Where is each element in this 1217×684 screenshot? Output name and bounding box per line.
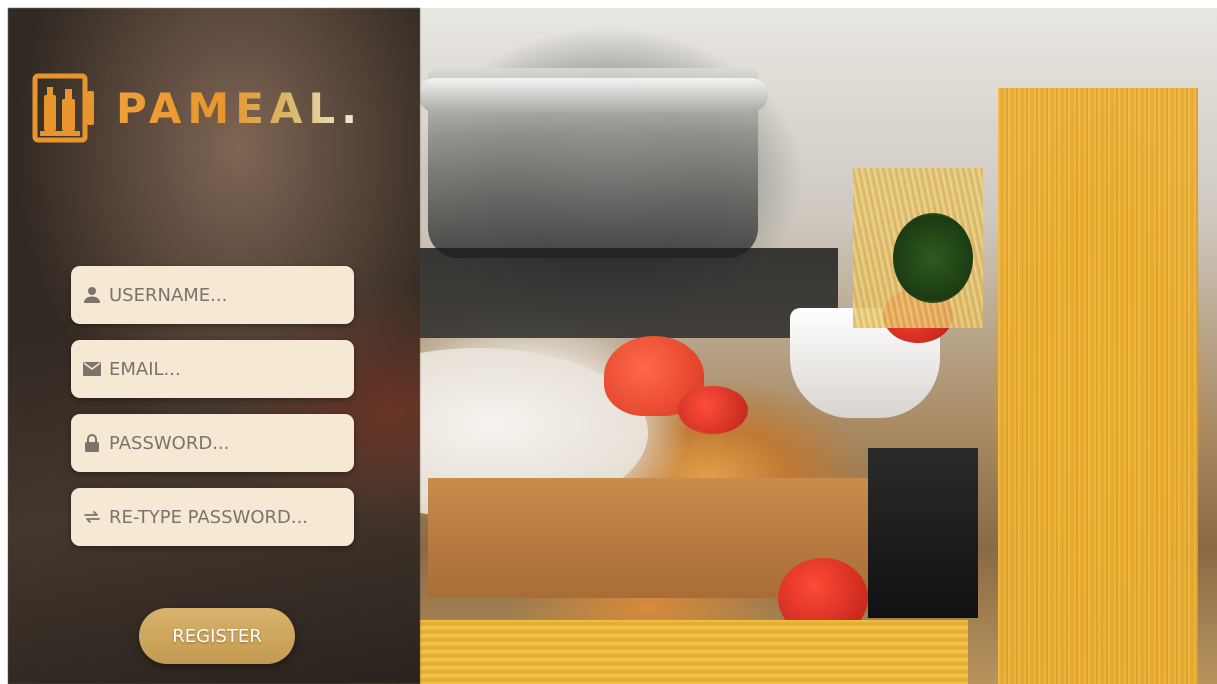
password-field[interactable] xyxy=(71,414,354,472)
repeat-icon xyxy=(83,508,101,526)
username-input[interactable] xyxy=(109,284,354,306)
retype-password-field[interactable] xyxy=(71,488,354,546)
tomato-image xyxy=(678,386,748,434)
brand-name: PAMEAL. xyxy=(116,83,364,133)
user-icon xyxy=(83,286,101,304)
pot-rim-image xyxy=(418,78,768,112)
email-field[interactable] xyxy=(71,340,354,398)
retype-password-input[interactable] xyxy=(109,506,354,528)
username-field[interactable] xyxy=(71,266,354,324)
email-input[interactable] xyxy=(109,358,354,380)
stove-image xyxy=(408,248,838,338)
password-input[interactable] xyxy=(109,432,354,454)
register-button[interactable]: REGISTER xyxy=(139,608,295,664)
brand-logo: PAMEAL. xyxy=(32,73,363,143)
spaghetti-bundle-image xyxy=(348,620,968,684)
envelope-icon xyxy=(83,360,101,378)
container-image xyxy=(868,448,978,618)
spaghetti-jar-image xyxy=(998,88,1198,684)
bottles-logo-icon xyxy=(32,73,96,143)
herb-image xyxy=(893,213,973,303)
lock-icon xyxy=(83,434,101,452)
